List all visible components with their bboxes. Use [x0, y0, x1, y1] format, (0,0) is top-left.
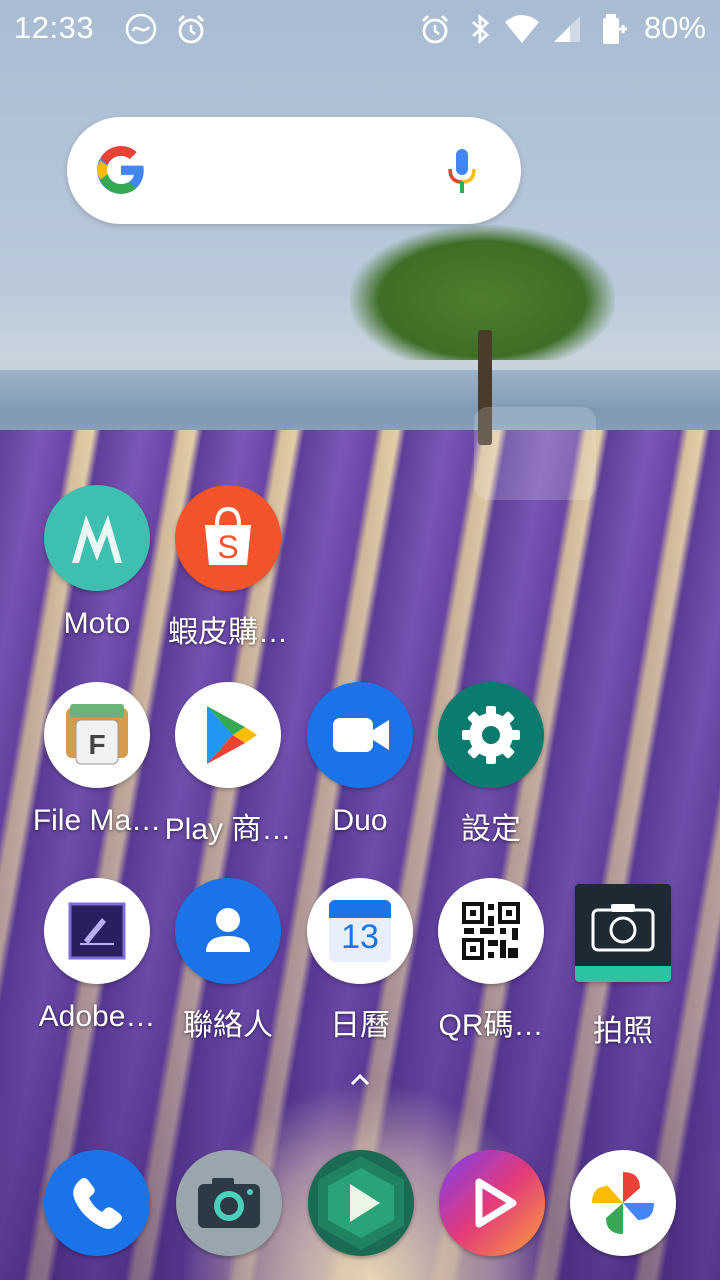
app-drawer-arrow-icon[interactable] — [346, 1070, 374, 1090]
app-calendar[interactable]: 13 日曆 — [295, 878, 425, 1044]
app-adobe-fill-sign[interactable]: Adobe… — [32, 878, 162, 1034]
app-play-store[interactable]: Play 商… — [163, 682, 293, 848]
widget-placeholder — [474, 407, 596, 500]
bluetooth-icon — [472, 13, 490, 45]
video-player-icon[interactable] — [439, 1150, 545, 1256]
alarm-icon-right — [422, 15, 448, 44]
swirl-notification-icon — [125, 13, 157, 45]
cell-signal-icon — [554, 16, 580, 42]
battery-charging-icon — [603, 14, 627, 44]
mic-icon[interactable] — [445, 147, 479, 195]
app-settings[interactable]: 設定 — [426, 682, 556, 848]
photos-icon[interactable] — [570, 1150, 676, 1256]
calendar-date-badge: 13 — [341, 918, 379, 956]
app-qr-code[interactable]: QR碼… — [426, 878, 556, 1044]
wifi-icon — [505, 15, 539, 43]
moto-icon — [44, 485, 150, 591]
app-duo[interactable]: Duo — [295, 682, 425, 838]
camera-app-icon[interactable] — [176, 1150, 282, 1256]
battery-percent: 80% — [643, 10, 706, 45]
svg-text:F: F — [88, 729, 105, 760]
duo-icon — [307, 682, 413, 788]
google-logo-icon — [97, 146, 144, 194]
adobe-fill-sign-icon — [44, 878, 150, 984]
alarm-icon — [178, 15, 204, 44]
calendar-icon: 13 — [307, 878, 413, 984]
play-store-icon — [175, 682, 281, 788]
settings-icon — [438, 682, 544, 788]
app-camera[interactable]: 拍照 — [558, 878, 688, 1050]
app-contacts[interactable]: 聯絡人 — [163, 878, 293, 1044]
google-search-bar[interactable] — [67, 117, 521, 224]
contacts-icon — [175, 878, 281, 984]
clock: 12:33 — [14, 10, 95, 45]
status-bar: 12:33 80% — [0, 0, 720, 56]
svg-text:S: S — [217, 529, 238, 565]
shopee-icon: S — [175, 485, 281, 591]
phone-icon[interactable] — [44, 1150, 150, 1256]
app-file-manager[interactable]: F File Ma… — [32, 682, 162, 838]
play-video-icon[interactable] — [308, 1150, 414, 1256]
app-moto[interactable]: Moto — [32, 485, 162, 641]
file-manager-icon: F — [44, 682, 150, 788]
qr-code-icon — [438, 878, 544, 984]
camera-icon — [575, 884, 671, 982]
app-shopee[interactable]: S 蝦皮購… — [163, 485, 293, 651]
